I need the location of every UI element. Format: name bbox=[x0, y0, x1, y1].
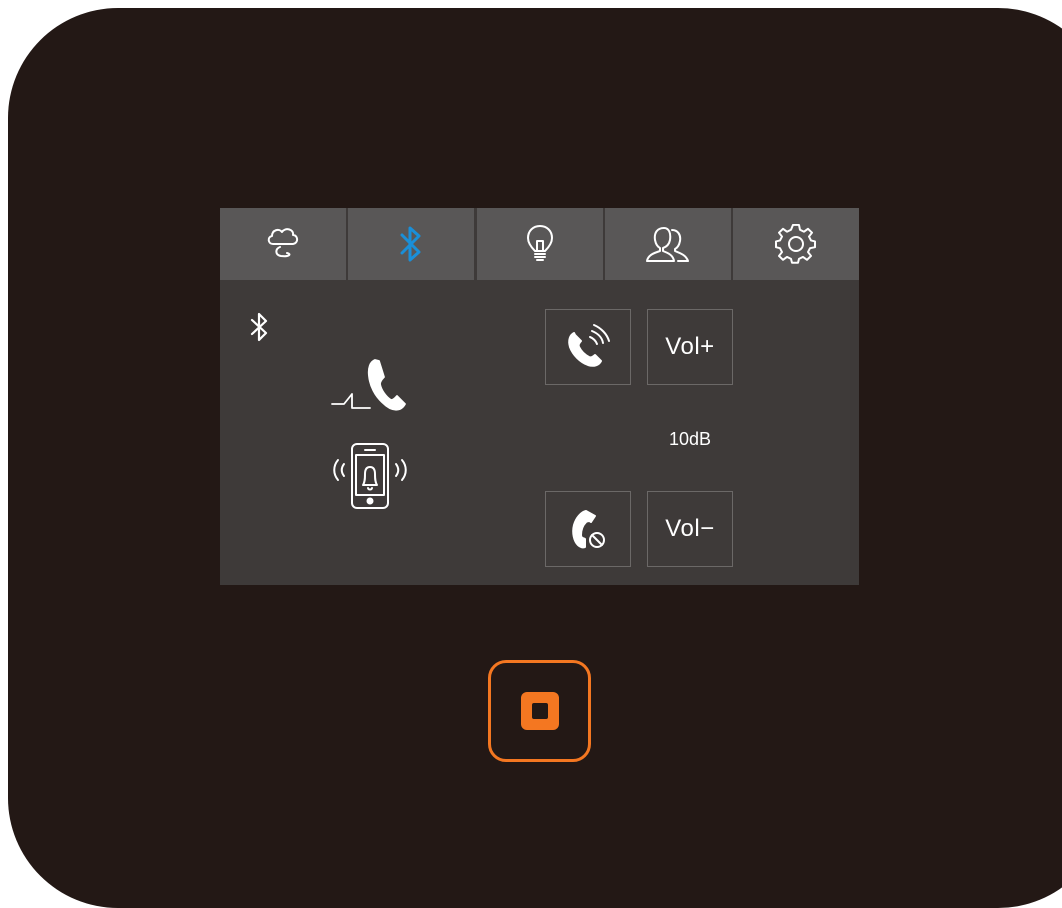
tab-settings[interactable] bbox=[733, 208, 859, 280]
cloud-icon bbox=[267, 228, 299, 258]
lightbulb-icon bbox=[526, 225, 553, 261]
reject-call-icon bbox=[572, 510, 605, 549]
answer-call-icon bbox=[568, 324, 610, 367]
volume-level-readout: 10dB bbox=[668, 429, 712, 449]
volume-up-label: Vol+ bbox=[665, 333, 715, 360]
contacts-icon bbox=[645, 227, 689, 262]
volume-down-label: Vol− bbox=[665, 515, 715, 542]
home-button-icon bbox=[520, 692, 559, 730]
phone-ringing-icon bbox=[333, 443, 407, 509]
reject-call-button[interactable] bbox=[545, 491, 631, 567]
answer-call-button[interactable] bbox=[545, 309, 631, 385]
volume-down-button[interactable]: Vol− bbox=[647, 491, 733, 567]
tab-lighting[interactable] bbox=[476, 208, 603, 280]
tab-bluetooth[interactable] bbox=[348, 208, 475, 280]
gear-icon bbox=[775, 223, 816, 264]
home-button[interactable] bbox=[488, 660, 591, 762]
tab-bar bbox=[220, 208, 859, 280]
bluetooth-icon bbox=[400, 226, 421, 262]
tab-contacts[interactable] bbox=[604, 208, 731, 280]
touch-screen: Vol+ 10dB Vol− bbox=[220, 208, 859, 585]
bluetooth-status-icon bbox=[250, 312, 268, 342]
incoming-call-icon bbox=[331, 359, 406, 411]
volume-up-button[interactable]: Vol+ bbox=[647, 309, 733, 385]
tab-cloud[interactable] bbox=[220, 208, 346, 280]
